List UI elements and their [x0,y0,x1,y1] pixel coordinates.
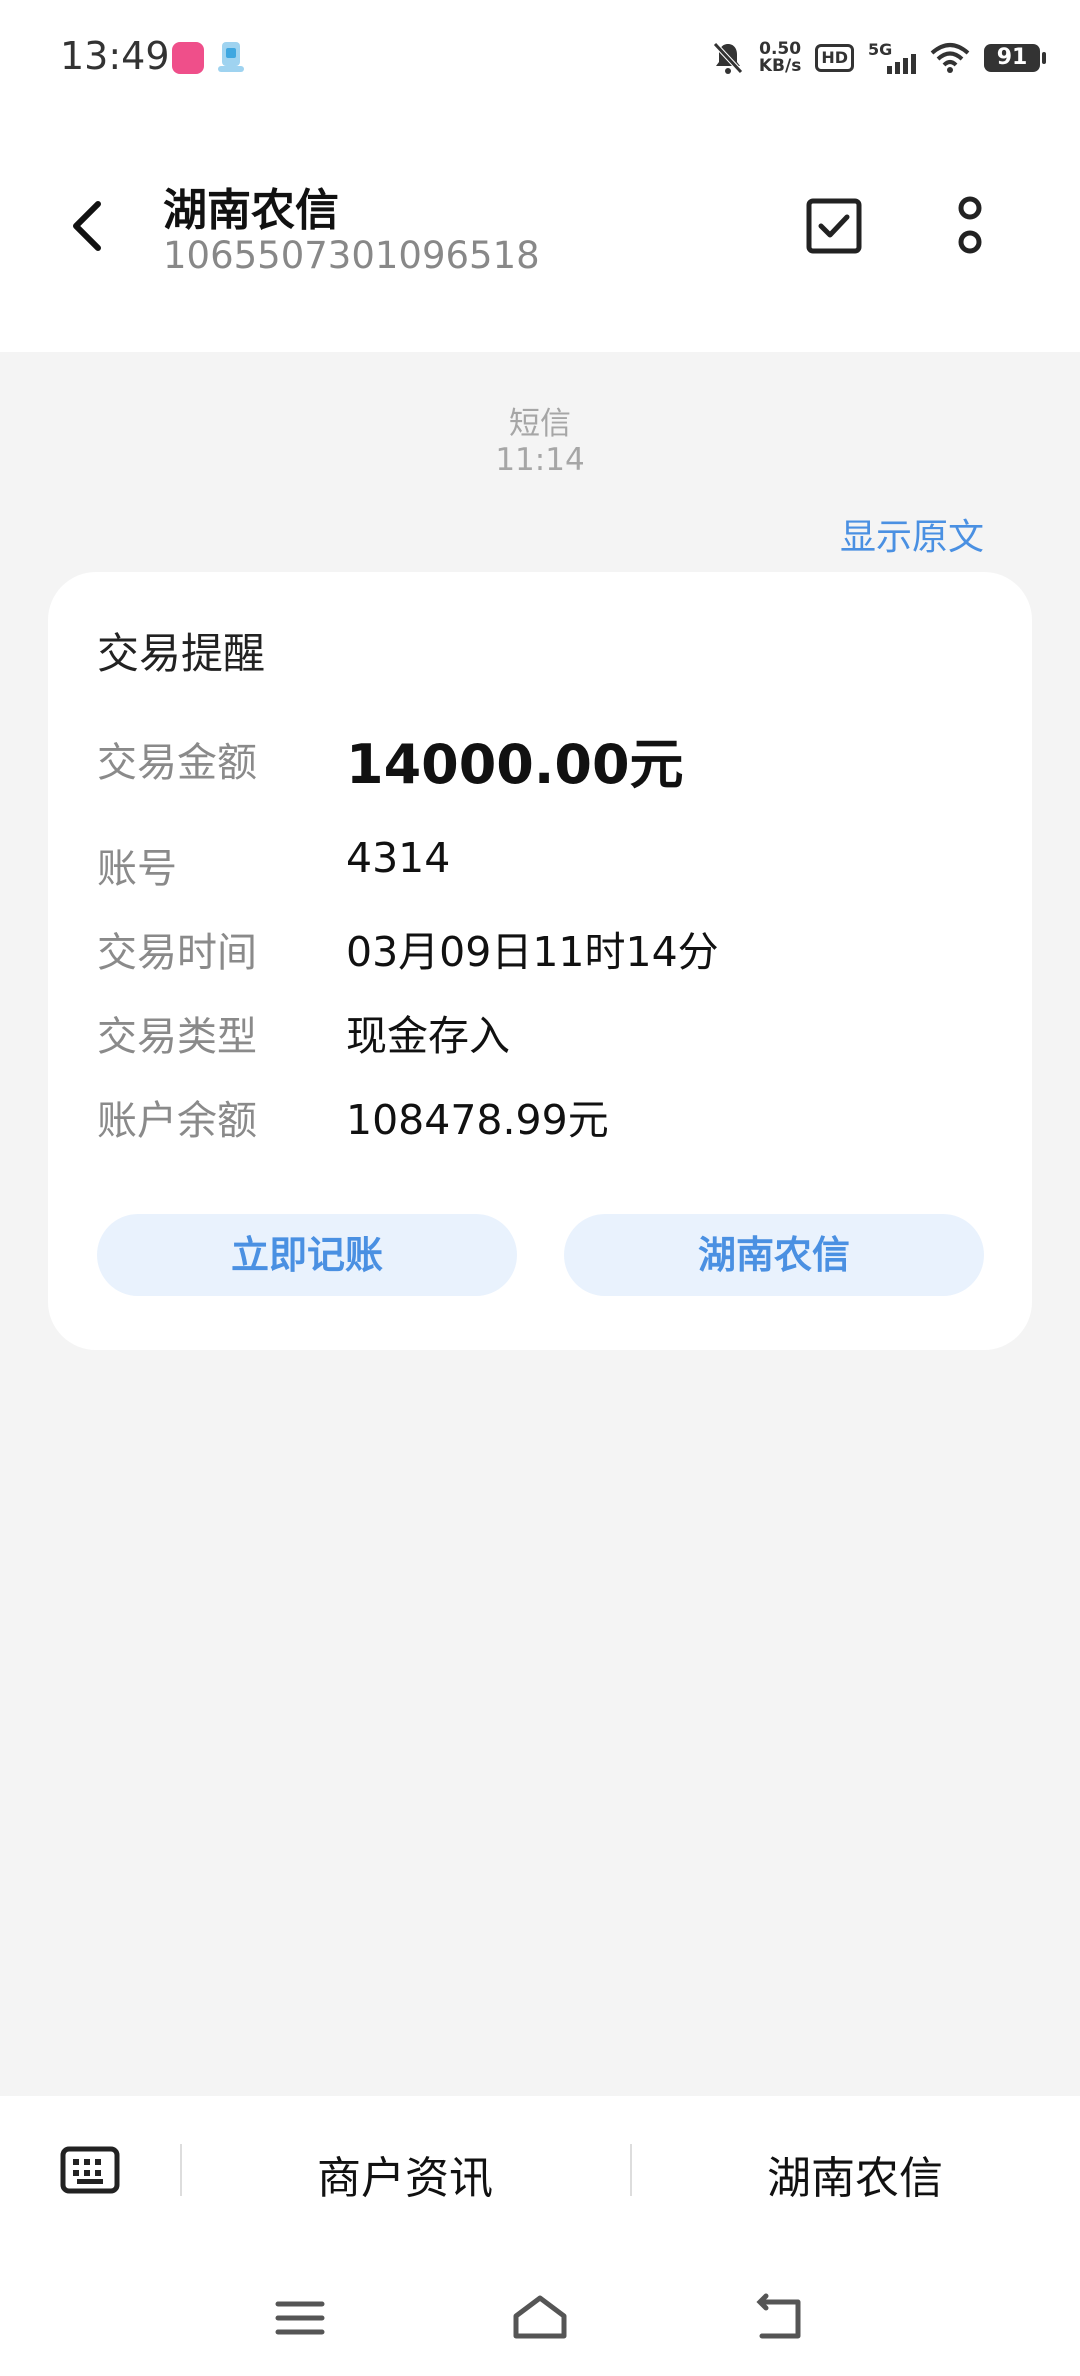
row-value-time: 03月09日11时14分 [346,928,719,976]
hd-badge: HD [815,44,854,72]
notification-app-icon [218,42,244,72]
status-bar: 13:49 0.50 KB/s HD 5G 91 [0,0,1080,116]
menu-lines-icon[interactable] [268,2288,332,2348]
row-label-time: 交易时间 [97,930,257,976]
record-now-button[interactable]: 立即记账 [97,1214,517,1296]
signal-5g-icon: 5G [868,40,916,76]
message-type-label: 短信 [509,406,571,442]
mute-bell-icon [713,42,743,74]
conversation-header: 湖南农信 1065507301096518 [0,116,1080,352]
transaction-card: 交易提醒 交易金额 14000.00元 账号 4314 交易时间 03月09日1… [48,572,1032,1350]
row-value-balance: 108478.99元 [346,1096,609,1144]
row-label-account: 账号 [97,846,177,892]
battery-icon: 91 [984,44,1046,72]
bank-link-button[interactable]: 湖南农信 [564,1214,984,1296]
row-value-type: 现金存入 [346,1012,510,1060]
message-time: 11:14 [495,442,585,478]
row-label-type: 交易类型 [97,1014,257,1060]
home-icon[interactable] [508,2288,572,2348]
back-nav-icon[interactable] [748,2288,812,2348]
menu-bank[interactable]: 湖南农信 [630,2142,1080,2206]
speed-unit: KB/s [758,56,802,76]
row-label-amount: 交易金额 [97,740,257,786]
contact-name: 湖南农信 [163,185,339,236]
wifi-icon [930,43,970,73]
menu-merchant-news[interactable]: 商户资讯 [180,2142,630,2206]
status-time: 13:49 [60,34,170,78]
status-icons: 0.50 KB/s HD 5G 91 [711,36,1046,80]
keyboard-icon[interactable] [60,2146,120,2194]
row-label-balance: 账户余额 [97,1098,257,1144]
back-arrow-icon[interactable] [62,196,118,256]
row-value-account: 4314 [346,834,451,882]
contact-number: 1065507301096518 [163,234,540,277]
more-options-icon[interactable] [940,194,1000,258]
network-speed: 0.50 KB/s [759,41,801,75]
select-checkbox-icon[interactable] [804,196,864,256]
bottom-menu-bar: 商户资讯 湖南农信 [0,2096,1080,2248]
show-original-link[interactable]: 显示原文 [840,508,984,560]
card-title: 交易提醒 [97,629,266,678]
row-value-amount: 14000.00元 [346,733,684,796]
bilibili-app-icon [172,42,204,74]
system-nav-bar [0,2248,1080,2376]
